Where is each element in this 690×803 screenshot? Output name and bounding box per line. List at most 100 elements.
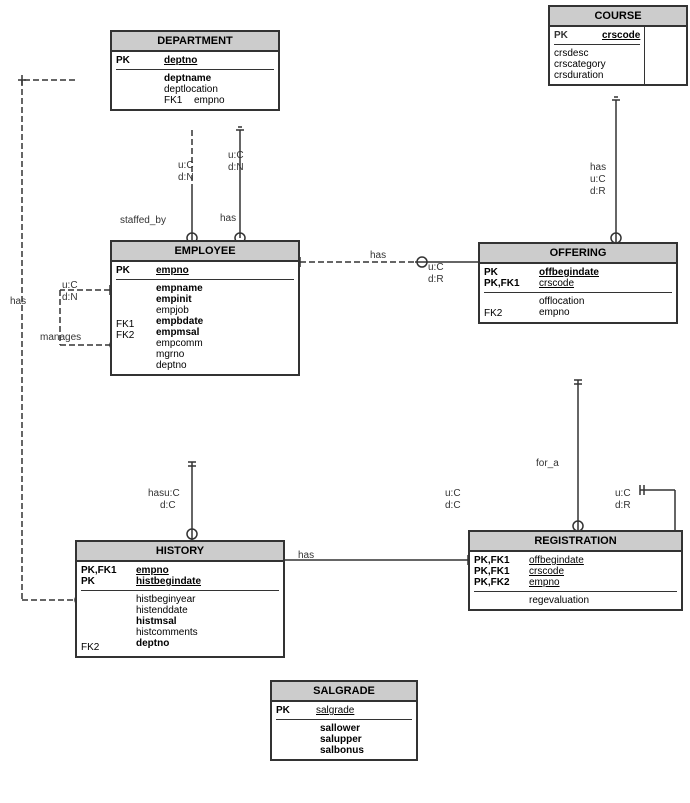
- annotation-manages: manages: [40, 332, 81, 343]
- annotation-has-course-offering: has: [590, 162, 606, 173]
- entity-offering: OFFERING PK offbegindate PK,FK1 crscode …: [478, 242, 678, 324]
- annotation-dn-dept-employee-right: d:N: [228, 162, 244, 173]
- history-histbeginyear: histbeginyear: [136, 594, 198, 605]
- history-pk-section: PK,FK1 empno PK histbegindate: [77, 562, 283, 590]
- emp-empname: empname: [156, 283, 203, 294]
- annotation-has-left: has: [10, 296, 26, 307]
- entity-department-header: DEPARTMENT: [112, 32, 278, 52]
- history-histmsal: histmsal: [136, 616, 198, 627]
- salgrade-salupper: salupper: [320, 734, 412, 745]
- emp-fk1-lbl: FK1: [116, 319, 156, 330]
- reg-empno: empno: [529, 577, 560, 588]
- offering-attrs-section: FK2 offlocation empno: [480, 293, 676, 322]
- history-empno: empno: [136, 565, 169, 576]
- history-histbegindate: histbegindate: [136, 576, 201, 587]
- offering-attr-list: offlocation empno: [539, 296, 584, 319]
- salgrade-pk-label: PK: [276, 705, 316, 716]
- emp-empinit: empinit: [156, 294, 203, 305]
- annotation-uc-course-offering: u:C: [590, 174, 606, 185]
- course-crscategory: crscategory: [554, 59, 640, 70]
- annotation-dc-reg-left: d:C: [445, 500, 461, 511]
- entity-history: HISTORY PK,FK1 empno PK histbegindate FK…: [75, 540, 285, 658]
- annotation-uc-emp-offering: u:C: [428, 262, 444, 273]
- course-pk-label: PK: [554, 30, 602, 41]
- reg-pk2-row: PK,FK1 crscode: [474, 566, 677, 577]
- annotation-hasu-c: hasu:C: [148, 488, 180, 499]
- annotation-uc-reg-left: u:C: [445, 488, 461, 499]
- course-crscode: crscode: [602, 30, 640, 41]
- annotation-has-emp-offering: has: [370, 250, 386, 261]
- salgrade-sallower: sallower: [320, 723, 412, 734]
- offering-fk2-lbl: FK2: [484, 308, 539, 319]
- emp-pk-section: PK empno: [112, 262, 298, 279]
- history-fk-labels: FK2: [81, 594, 136, 653]
- diagram-container: COURSE PK crscode crsdesc crscategory cr…: [0, 0, 690, 803]
- reg-pk1-row: PK,FK1 offbegindate: [474, 555, 677, 566]
- entity-employee: EMPLOYEE PK empno FK1 FK2 empname empini…: [110, 240, 300, 376]
- entity-department-body: PK deptno deptname deptlocation FK1 empn…: [112, 52, 278, 109]
- reg-pkfk1b-label: PK,FK1: [474, 566, 529, 577]
- dept-fk1-label: FK1: [164, 95, 194, 106]
- annotation-dr-reg-right: d:R: [615, 500, 631, 511]
- reg-attr1-row: regevaluation: [474, 595, 677, 606]
- history-pkfk1-label: PK,FK1: [81, 565, 136, 576]
- annotation-staffed-by: staffed_by: [120, 215, 166, 226]
- reg-empty-label: [474, 595, 529, 606]
- history-histenddate: histenddate: [136, 605, 198, 616]
- course-crsdesc: crsdesc: [554, 48, 640, 59]
- offering-offlocation: offlocation: [539, 296, 584, 307]
- offering-empno: empno: [539, 307, 584, 318]
- reg-pk3-row: PK,FK2 empno: [474, 577, 677, 588]
- registration-pk-section: PK,FK1 offbegindate PK,FK1 crscode PK,FK…: [470, 552, 681, 591]
- dept-deptno: deptno: [164, 55, 197, 66]
- annotation-has-dept: has: [220, 213, 236, 224]
- dept-fk1-row: FK1 empno: [164, 95, 225, 106]
- history-histcomments: histcomments: [136, 627, 198, 638]
- course-pk-row: PK crscode: [554, 30, 640, 41]
- entity-department: DEPARTMENT PK deptno deptname deptlocati…: [110, 30, 280, 111]
- annotation-for-a: for_a: [536, 458, 559, 469]
- offering-offbegindate: offbegindate: [539, 267, 599, 278]
- annotation-uc-dept-employee-right: u:C: [228, 150, 244, 161]
- reg-pkfk1a-label: PK,FK1: [474, 555, 529, 566]
- offering-pk-label: PK: [484, 267, 539, 278]
- dept-deptlocation: deptlocation: [164, 84, 225, 95]
- history-pk-label: PK: [81, 576, 136, 587]
- course-crsduration: crsduration: [554, 70, 640, 81]
- entity-offering-header: OFFERING: [480, 244, 676, 264]
- history-fk2-lbl: FK2: [81, 642, 136, 653]
- dept-empno: empno: [194, 95, 225, 106]
- salgrade-salbonus: salbonus: [320, 745, 412, 756]
- dept-pk-label: PK: [116, 55, 164, 66]
- emp-empmsal: empmsal: [156, 327, 203, 338]
- emp-attr-list: empname empinit empjob empbdate empmsal …: [156, 283, 203, 371]
- emp-mgrno: mgrno: [156, 349, 203, 360]
- offering-fk-labels: FK2: [484, 296, 539, 319]
- emp-empjob: empjob: [156, 305, 203, 316]
- dept-deptname: deptname: [164, 73, 225, 84]
- emp-deptno: deptno: [156, 360, 203, 371]
- annotation-has-hist-reg: has: [298, 550, 314, 561]
- entity-history-header: HISTORY: [77, 542, 283, 562]
- offering-crscode: crscode: [539, 278, 574, 289]
- registration-attrs-section: regevaluation: [470, 592, 681, 609]
- reg-offbegindate: offbegindate: [529, 555, 584, 566]
- entity-employee-header: EMPLOYEE: [112, 242, 298, 262]
- emp-empbdate: empbdate: [156, 316, 203, 327]
- reg-pkfk2-label: PK,FK2: [474, 577, 529, 588]
- emp-pk-label: PK: [116, 265, 156, 276]
- offering-pk2-row: PK,FK1 crscode: [484, 278, 672, 289]
- offering-pk1-row: PK offbegindate: [484, 267, 672, 278]
- annotation-dn-dept-employee-left: d:N: [178, 172, 194, 183]
- emp-fk-labels: FK1 FK2: [116, 283, 156, 371]
- history-pk1-row: PK,FK1 empno: [81, 565, 279, 576]
- emp-attrs-section: FK1 FK2 empname empinit empjob empbdate …: [112, 280, 298, 374]
- annotation-dc: d:C: [160, 500, 176, 511]
- offering-pkfk1-label: PK,FK1: [484, 278, 539, 289]
- emp-empcomm: empcomm: [156, 338, 203, 349]
- entity-registration-header: REGISTRATION: [470, 532, 681, 552]
- entity-course-header: COURSE: [550, 7, 686, 27]
- salgrade-salgrade: salgrade: [316, 705, 354, 716]
- history-attrs-section: FK2 histbeginyear histenddate histmsal h…: [77, 591, 283, 656]
- entity-registration: REGISTRATION PK,FK1 offbegindate PK,FK1 …: [468, 530, 683, 611]
